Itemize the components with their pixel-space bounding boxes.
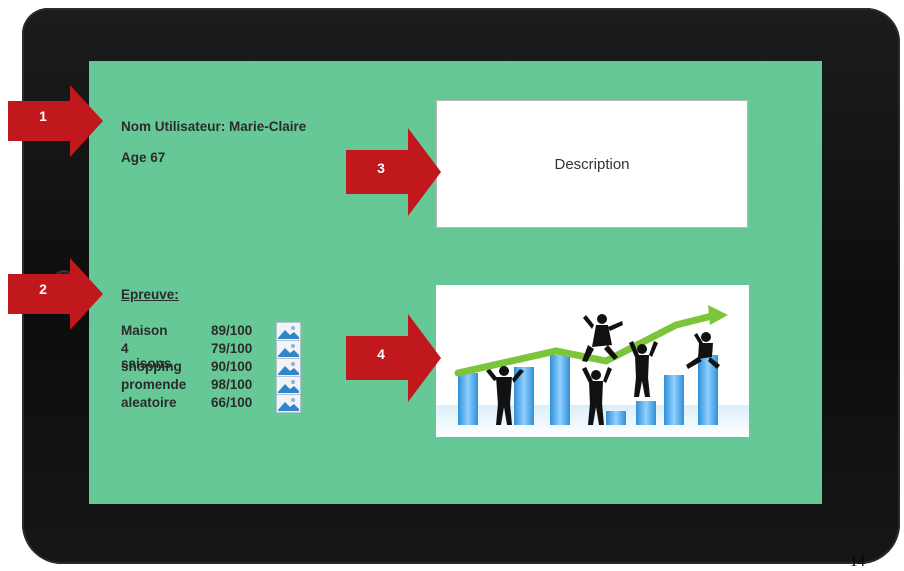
user-age-label: Age 67 [121, 150, 166, 165]
score-value: 89/100 [211, 323, 253, 338]
marker-arrow-3: 3 [346, 128, 441, 221]
score-value: 79/100 [211, 341, 253, 356]
growth-chart-illustration-icon [436, 305, 749, 437]
user-name-label: Nom Utilisateur: Marie-Claire [121, 119, 307, 134]
score-value: 98/100 [211, 377, 253, 392]
score-name: aleatoire [121, 395, 177, 410]
description-label: Description [554, 155, 630, 173]
score-name: Maison [121, 323, 168, 338]
image-placeholder-icon[interactable] [276, 376, 301, 395]
image-placeholder-icon[interactable] [276, 394, 301, 413]
score-name: promende [121, 377, 187, 392]
score-value: 90/100 [211, 359, 253, 374]
marker-arrow-2: 2 [8, 258, 103, 335]
page-number: 14 [850, 554, 865, 570]
score-value: 66/100 [211, 395, 253, 410]
marker-arrow-4: 4 [346, 314, 441, 407]
image-placeholder-icon[interactable] [276, 322, 301, 341]
description-box[interactable]: Description [436, 100, 748, 228]
tablet-screen: Nom Utilisateur: Marie-Claire Age 67 Des… [89, 61, 822, 504]
image-placeholder-icon[interactable] [276, 340, 301, 359]
marker-arrow-1: 1 [8, 85, 103, 162]
growth-chart-illustration[interactable] [436, 285, 749, 437]
image-placeholder-icon[interactable] [276, 358, 301, 377]
score-name: shopping [121, 359, 182, 374]
epreuve-title: Epreuve: [121, 287, 179, 302]
